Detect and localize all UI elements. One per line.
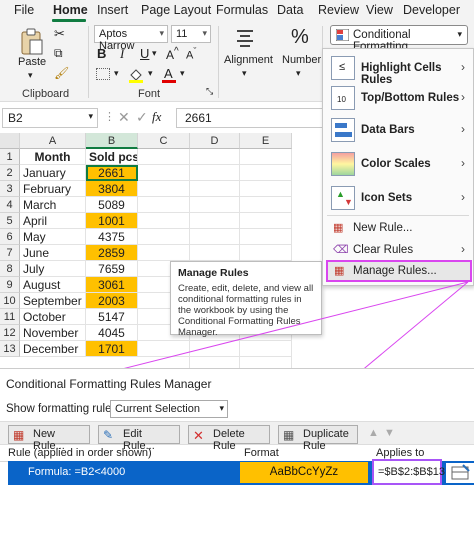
delete-icon: ✕ [193, 428, 204, 443]
dialog-title: Conditional Formatting Rules Manager [6, 377, 212, 391]
chevron-down-icon: ▾ [219, 403, 224, 413]
delete-rule-button[interactable]: ✕ Delete Rule [188, 425, 270, 452]
duplicate-icon: ▦ [283, 428, 295, 442]
rule-row[interactable]: Formula: =B2<4000 AaBbCcYyZz =$B$2:$B$13 [8, 459, 474, 485]
show-rules-select[interactable]: Current Selection ▾ [110, 400, 228, 418]
rules-manager-dialog: Conditional Formatting Rules Manager Sho… [0, 368, 474, 545]
column-header-format: Format [244, 447, 279, 459]
new-rule-icon: ▦ [13, 428, 25, 442]
format-preview: AaBbCcYyZz [240, 462, 368, 483]
duplicate-rule-button[interactable]: ▦ Duplicate Rule [278, 425, 358, 452]
move-up-icon[interactable]: ▲ [368, 427, 379, 439]
move-down-icon[interactable]: ▼ [384, 427, 395, 439]
new-rule-button[interactable]: ▦ New Rule... [8, 425, 90, 452]
range-selector-icon[interactable] [446, 463, 474, 483]
edit-rule-button[interactable]: ✎ Edit Rule... [98, 425, 180, 452]
column-header-applies: Applies to [376, 447, 425, 459]
edit-rule-icon: ✎ [103, 428, 114, 442]
column-header-rule: Rule (applied in order shown) [8, 447, 152, 459]
rule-formula: Formula: =B2<4000 [28, 466, 126, 478]
dialog-toolbar: ▦ New Rule... ✎ Edit Rule... ✕ Delete Ru… [0, 421, 474, 452]
applies-to-input[interactable]: =$B$2:$B$13 [372, 459, 445, 485]
